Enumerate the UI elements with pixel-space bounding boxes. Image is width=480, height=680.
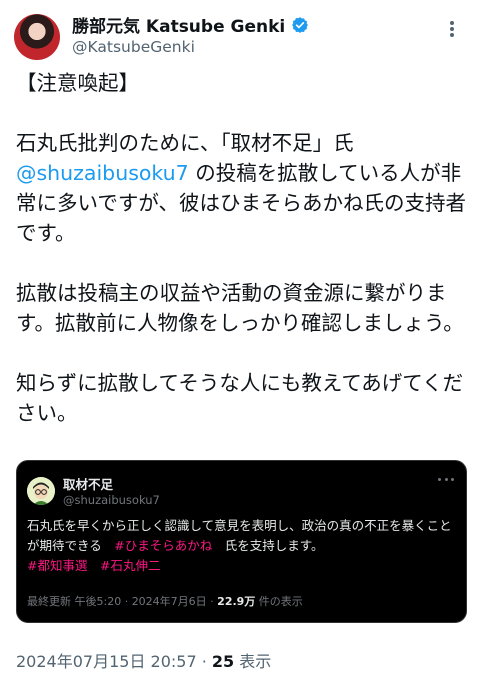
author-avatar[interactable] [14,14,60,60]
quoted-more-options-icon[interactable] [438,478,454,482]
quoted-author-handle[interactable]: @shuzaibusoku7 [63,493,160,507]
author-display-name[interactable]: 勝部元気 Katsube Genki [72,12,285,37]
tweet-body: 【注意喚起】 石丸氏批判のために、「取材不足」氏 @shuzaibusoku7 の… [16,68,468,428]
quoted-tweet-card[interactable]: 取材不足 @shuzaibusoku7 石丸氏を早くから正しく認識して意見を表明… [16,460,467,623]
quoted-meta-time: 最終更新 午後5:20 · 2024年7月6日 · [27,595,218,608]
hashtag-link[interactable]: #都知事選 [27,558,87,573]
quoted-author-avatar[interactable] [27,477,55,505]
tweet-text: 石丸氏批判のために、「取材不足」氏 [16,131,354,155]
quoted-author-name[interactable]: 取材不足 [63,474,113,493]
tweet-timestamp[interactable]: 2024年07月15日 20:57 · [16,652,212,671]
tweet-paragraph-1: 石丸氏批判のために、「取材不足」氏 @shuzaibusoku7 の投稿を拡散して… [16,128,468,248]
quoted-tweet-text: 石丸氏を早くから正しく認識して意見を表明し、政治の真の不正を暴くことが期待できる… [27,516,457,576]
verified-badge-icon [292,16,309,33]
tweet-heading: 【注意喚起】 [16,71,139,95]
quoted-meta: 最終更新 午後5:20 · 2024年7月6日 · 22.9万 件の表示 [27,593,303,609]
more-options-icon[interactable] [442,18,462,40]
view-count-label: 表示 [234,652,272,671]
hashtag-link[interactable]: #石丸伸二 [100,558,160,573]
author-handle[interactable]: @KatsubeGenki [72,38,195,56]
tweet-footer: 2024年07月15日 20:57 · 25 表示 [16,648,271,672]
view-count: 25 [211,652,235,671]
quoted-text: 氏を支持します。 [212,538,324,553]
mention-link[interactable]: @shuzaibusoku7 [16,161,189,185]
hashtag-link[interactable]: #ひまそらあかね [114,538,212,553]
tweet-paragraph-2: 拡散は投稿主の収益や活動の資金源に繋がります。拡散前に人物像をしっかり確認しまし… [16,281,464,335]
tweet-paragraph-3: 知らずに拡散してそうな人にも教えてあげてください。 [16,371,464,425]
quoted-views-label: 件の表示 [255,595,303,608]
author-name-row: 勝部元気 Katsube Genki [72,12,309,37]
quoted-view-count: 22.9万 [217,595,256,608]
